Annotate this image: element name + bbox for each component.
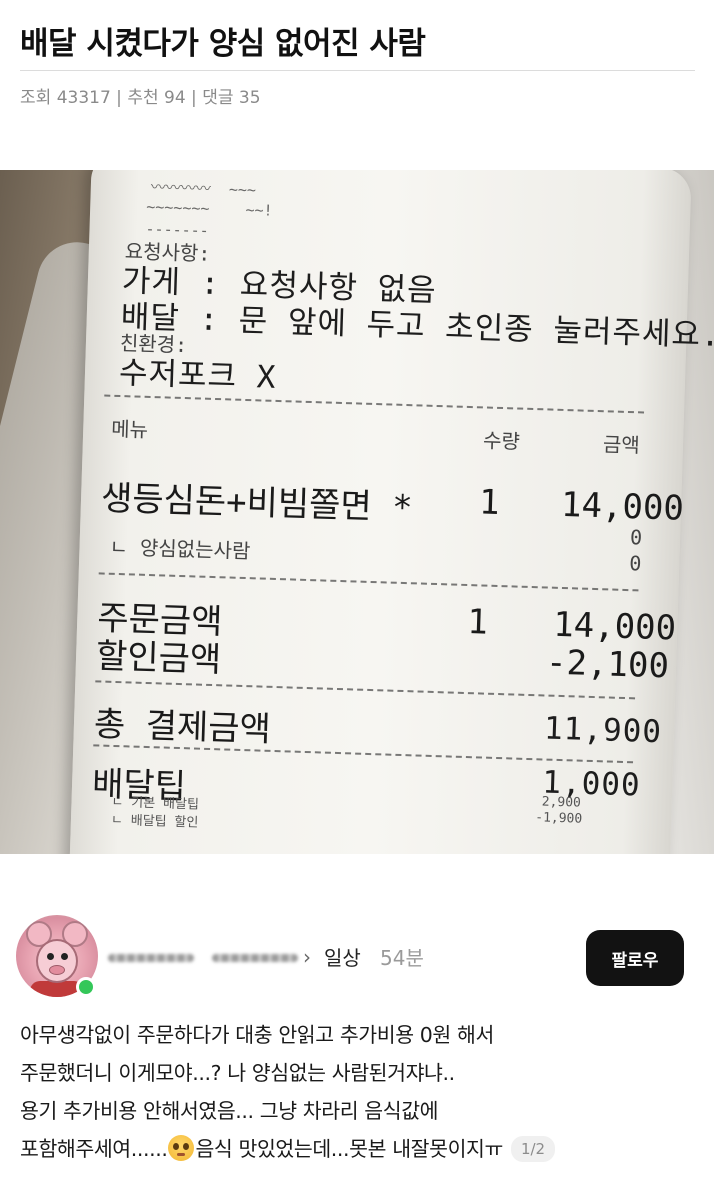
receipt-item-amount: 14,000 — [560, 484, 685, 529]
receipt-eco-value: 수저포크 X — [118, 354, 277, 396]
title-divider — [20, 70, 695, 71]
receipt-order-qty: 1 — [466, 602, 489, 643]
post-title: 배달 시켰다가 양심 없어진 사람 — [20, 26, 426, 62]
views-label: 조회 — [20, 88, 52, 108]
post-body-line: 아무생각없이 주문하다가 대충 안읽고 추가비용 0원 해서 — [20, 1023, 494, 1047]
receipt-rule — [95, 680, 636, 700]
recommend-label: 추천 — [127, 88, 159, 108]
receipt-option-name: ㄴ 양심없는사람 — [109, 534, 251, 564]
receipt-rule — [104, 394, 645, 414]
receipt-discount-amount: -2,100 — [545, 642, 670, 687]
receipt-col-qty: 수량 — [482, 428, 521, 454]
post-body-line: 포함해주세여...... 음식 맛있었는데...못본 내잘못이지ㅠ 1/2 — [20, 1130, 680, 1168]
receipt-paper: 〰〰〰〰 ~~~ ~~~~~~~ ~~! ------- 요청사항: 가게 : … — [68, 170, 714, 854]
image-pager-badge[interactable]: 1/2 — [510, 1136, 556, 1162]
avatar-eye — [47, 953, 54, 960]
avatar-eye — [61, 953, 68, 960]
receipt-col-menu: 메뉴 — [110, 416, 149, 442]
follow-button[interactable]: 팔로우 — [586, 930, 684, 986]
online-status-dot — [76, 977, 96, 997]
post-body-line: 주문했더니 이게모야...? 나 양심없는 사람된거쟈냐.. — [20, 1061, 455, 1085]
receipt-total-amount: 11,900 — [543, 710, 663, 751]
meta-separator: | — [110, 88, 128, 108]
post-category[interactable]: 일상 — [324, 945, 361, 971]
receipt-tip-discount-amount: -1,900 — [535, 810, 583, 827]
post-body: 아무생각없이 주문하다가 대충 안읽고 추가비용 0원 해서 주문했더니 이게모… — [20, 1016, 680, 1168]
author-name-redacted[interactable] — [108, 948, 300, 968]
post-meta: 조회 43317 | 추천 94 | 댓글 35 — [20, 86, 261, 110]
receipt-option-amount: 0 — [628, 551, 642, 576]
avatar-snout — [49, 965, 65, 975]
receipt-item-qty: 1 — [478, 482, 501, 523]
receipt-tip-discount-label: ㄴ 배달팁 할인 — [110, 812, 199, 831]
recommend-count: 94 — [164, 88, 186, 108]
receipt-delivery-request: 배달 : 문 앞에 두고 초인종 눌러주세요. — [120, 298, 714, 354]
post-time: 54분 — [380, 946, 424, 970]
receipt-option-amount: 0 — [629, 525, 643, 550]
receipt-total-label: 총 결제금액 — [93, 704, 272, 750]
receipt-rule — [98, 572, 639, 592]
redacted-text — [212, 954, 298, 962]
receipt-scribble: 〰〰〰〰 ~~~ — [150, 177, 257, 200]
receipt-scribble: ~~~~~~~ ~~! — [145, 197, 273, 220]
avatar-face — [36, 939, 78, 983]
comments-count: 35 — [238, 88, 261, 108]
post-body-line: 용기 추가비용 안해서였음... 그냥 차라리 음식값에 — [20, 1099, 439, 1123]
pleading-face-emoji-icon — [168, 1135, 195, 1161]
meta-separator: | — [185, 88, 203, 108]
receipt-item-name: 생등심돈+비빔쫄면 * — [100, 478, 414, 529]
views-count: 43317 — [56, 88, 111, 108]
receipt-tip-base-amount: 2,900 — [541, 794, 582, 811]
post-body-text: 포함해주세여...... — [20, 1137, 168, 1161]
comments-label: 댓글 — [202, 88, 234, 108]
receipt-order-amount: 14,000 — [552, 604, 677, 649]
receipt-col-amount: 금액 — [602, 432, 641, 458]
receipt-discount-label: 할인금액 — [95, 636, 222, 681]
redacted-text — [108, 954, 194, 962]
chevron-right-icon: › — [303, 945, 311, 969]
post-body-text: 음식 맛있었는데...못본 내잘못이지ㅠ — [195, 1137, 503, 1161]
receipt-photo[interactable]: 〰〰〰〰 ~~~ ~~~~~~~ ~~! ------- 요청사항: 가게 : … — [0, 170, 714, 854]
